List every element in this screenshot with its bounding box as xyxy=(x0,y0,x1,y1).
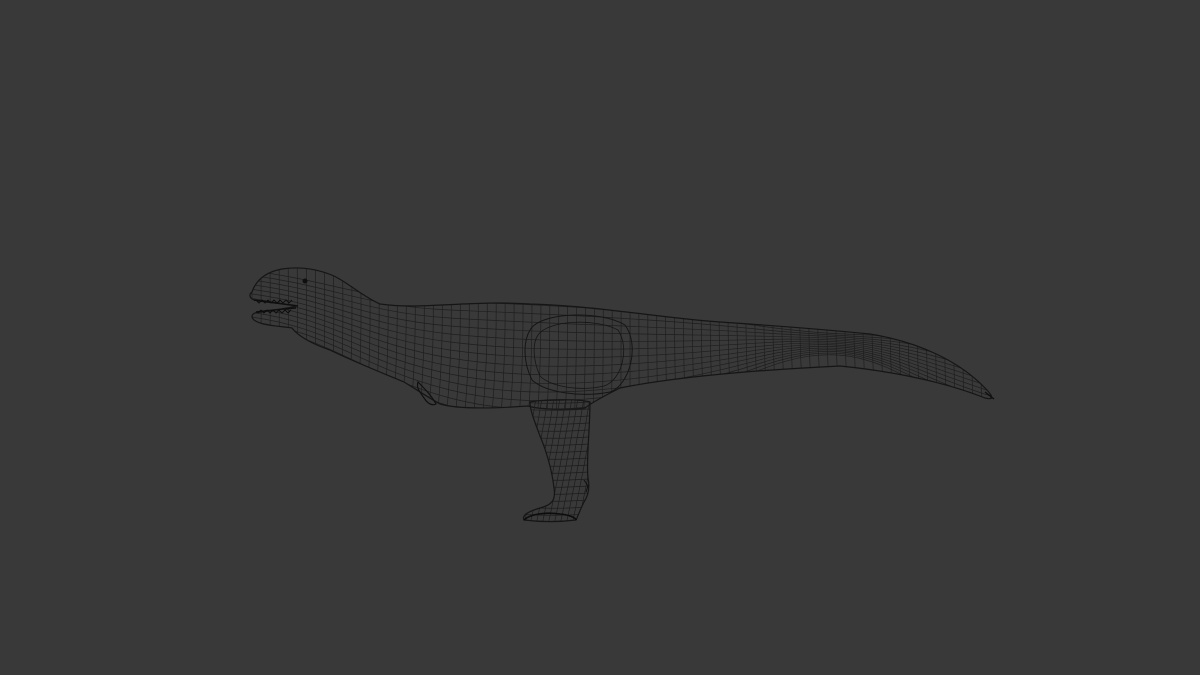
mesh-edge xyxy=(523,399,531,522)
mesh-edge xyxy=(286,267,289,410)
mesh-edge xyxy=(249,292,992,381)
mesh-edge xyxy=(374,267,380,410)
mesh-edge xyxy=(754,267,760,410)
mesh-edge xyxy=(772,267,779,410)
mesh-edge xyxy=(656,267,659,410)
mesh-edge xyxy=(269,267,271,410)
mesh-edge xyxy=(727,267,733,410)
dinosaur-body-mesh[interactable] xyxy=(245,250,1000,420)
mesh-edge xyxy=(781,267,788,410)
mesh-edge xyxy=(980,267,983,410)
mesh-edge xyxy=(509,267,515,410)
3d-viewport[interactable] xyxy=(0,0,1200,675)
mesh-edge xyxy=(925,267,930,410)
mesh-edge xyxy=(647,267,649,410)
mesh-edge xyxy=(953,267,957,410)
dinosaur-leg-mesh[interactable] xyxy=(506,398,602,525)
mesh-edge xyxy=(523,399,537,522)
mesh-edge xyxy=(523,421,590,425)
mesh-edge xyxy=(907,267,913,410)
mesh-edge xyxy=(665,267,668,410)
mesh-edge xyxy=(481,267,488,410)
mesh-edge xyxy=(962,267,965,410)
mesh-edge xyxy=(277,267,280,410)
mesh-edge xyxy=(889,267,895,410)
mesh-edge xyxy=(523,428,590,432)
mesh-edge xyxy=(555,267,560,410)
mesh-edge xyxy=(409,267,416,410)
mesh-edge xyxy=(445,267,452,410)
mesh-edge xyxy=(400,267,407,410)
mesh-edge xyxy=(916,267,922,410)
model-canvas[interactable] xyxy=(0,0,1200,675)
mesh-edge xyxy=(295,267,298,410)
mesh-edge xyxy=(463,267,470,410)
mesh-edge xyxy=(491,267,497,410)
mesh-edge xyxy=(518,267,524,410)
mesh-edge xyxy=(601,267,604,410)
mesh-edge xyxy=(564,267,569,410)
mesh-edge xyxy=(817,267,824,410)
mesh-edge xyxy=(383,267,389,410)
mesh-edge xyxy=(745,267,751,410)
mesh-edge xyxy=(523,498,590,502)
mesh-edge xyxy=(523,442,590,446)
mesh-edge xyxy=(944,267,948,410)
mesh-edge xyxy=(527,267,533,410)
mesh-edge xyxy=(971,267,974,410)
mesh-edge xyxy=(356,267,362,410)
mesh-edge xyxy=(391,267,398,410)
mesh-edge xyxy=(844,267,851,410)
mesh-edge xyxy=(312,267,317,410)
mesh-edge xyxy=(808,267,815,410)
mesh-edge xyxy=(500,267,506,410)
mesh-edge xyxy=(880,267,886,410)
mesh-edge xyxy=(934,267,939,410)
mesh-edge xyxy=(365,267,371,410)
mesh-edge xyxy=(898,267,904,410)
mesh-edge xyxy=(853,267,860,410)
mesh-edge xyxy=(338,267,344,410)
mesh-edge xyxy=(736,267,742,410)
mesh-edge xyxy=(523,435,590,439)
mesh-edge xyxy=(321,267,326,410)
mesh-edge xyxy=(472,267,479,410)
mesh-edge xyxy=(718,267,724,410)
mesh-edge xyxy=(611,267,613,410)
mesh-edge xyxy=(763,267,769,410)
mesh-edge xyxy=(546,267,551,410)
